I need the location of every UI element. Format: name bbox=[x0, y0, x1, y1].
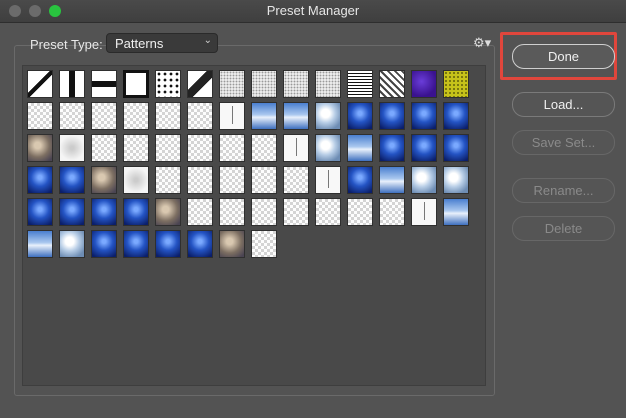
pattern-thumbnail[interactable] bbox=[91, 70, 117, 98]
pattern-thumbnail[interactable] bbox=[27, 102, 53, 130]
pattern-thumbnail[interactable] bbox=[411, 70, 437, 98]
pattern-thumbnail[interactable] bbox=[59, 102, 85, 130]
rename-button[interactable]: Rename... bbox=[512, 178, 615, 203]
pattern-thumbnail[interactable] bbox=[123, 230, 149, 258]
pattern-thumbnail[interactable] bbox=[27, 230, 53, 258]
pattern-thumbnail[interactable] bbox=[27, 70, 53, 98]
pattern-thumbnail[interactable] bbox=[59, 166, 85, 194]
pattern-thumbnail[interactable] bbox=[251, 230, 277, 258]
pattern-thumbnail[interactable] bbox=[347, 134, 373, 162]
pattern-thumbnail[interactable] bbox=[155, 134, 181, 162]
pattern-thumbnail[interactable] bbox=[315, 70, 341, 98]
pattern-thumbnail[interactable] bbox=[251, 166, 277, 194]
preset-type-select[interactable]: Patterns ⌄ bbox=[106, 33, 218, 53]
pattern-thumbnail[interactable] bbox=[219, 166, 245, 194]
pattern-thumbnail[interactable] bbox=[187, 230, 213, 258]
pattern-thumbnail[interactable] bbox=[251, 198, 277, 226]
pattern-thumbnail[interactable] bbox=[411, 134, 437, 162]
save-set-button[interactable]: Save Set... bbox=[512, 130, 615, 155]
pattern-thumbnail[interactable] bbox=[155, 70, 181, 98]
pattern-thumbnail[interactable] bbox=[59, 70, 85, 98]
pattern-thumbnail[interactable] bbox=[283, 70, 309, 98]
pattern-thumbnail[interactable] bbox=[91, 230, 117, 258]
pattern-thumbnail[interactable] bbox=[283, 198, 309, 226]
pattern-thumbnail[interactable] bbox=[219, 230, 245, 258]
pattern-thumbnail[interactable] bbox=[123, 198, 149, 226]
pattern-thumbnail[interactable] bbox=[27, 134, 53, 162]
preset-manager-window: Preset Manager Preset Type: Patterns ⌄ ⚙… bbox=[0, 0, 626, 418]
pattern-thumbnail[interactable] bbox=[187, 166, 213, 194]
delete-button[interactable]: Delete bbox=[512, 216, 615, 241]
pattern-thumbnail[interactable] bbox=[379, 166, 405, 194]
pattern-thumbnail[interactable] bbox=[123, 102, 149, 130]
pattern-thumbnail[interactable] bbox=[27, 198, 53, 226]
pattern-thumbnail[interactable] bbox=[155, 166, 181, 194]
pattern-thumbnail[interactable] bbox=[379, 70, 405, 98]
pattern-thumbnail[interactable] bbox=[123, 134, 149, 162]
pattern-thumbnail[interactable] bbox=[187, 102, 213, 130]
pattern-thumbnail[interactable] bbox=[155, 230, 181, 258]
pattern-thumbnail[interactable] bbox=[251, 70, 277, 98]
pattern-thumbnail[interactable] bbox=[187, 134, 213, 162]
pattern-thumbnail[interactable] bbox=[283, 166, 309, 194]
pattern-thumbnail[interactable] bbox=[443, 102, 469, 130]
window-title: Preset Manager bbox=[266, 3, 360, 18]
pattern-thumbnail[interactable] bbox=[315, 134, 341, 162]
gear-icon[interactable]: ⚙▾ bbox=[473, 35, 491, 51]
pattern-thumbnail[interactable] bbox=[315, 166, 341, 194]
pattern-thumbnail[interactable] bbox=[283, 102, 309, 130]
pattern-thumbnail-grid bbox=[22, 65, 486, 386]
pattern-thumbnail[interactable] bbox=[379, 134, 405, 162]
chevron-down-icon: ⌄ bbox=[203, 35, 212, 46]
pattern-thumbnail[interactable] bbox=[219, 134, 245, 162]
pattern-thumbnail[interactable] bbox=[219, 70, 245, 98]
pattern-thumbnail[interactable] bbox=[155, 198, 181, 226]
done-button[interactable]: Done bbox=[512, 44, 615, 69]
preset-type-label: Preset Type: bbox=[30, 37, 103, 52]
pattern-thumbnail[interactable] bbox=[91, 102, 117, 130]
pattern-thumbnail[interactable] bbox=[443, 166, 469, 194]
pattern-thumbnail[interactable] bbox=[155, 102, 181, 130]
pattern-thumbnail[interactable] bbox=[219, 198, 245, 226]
pattern-thumbnail[interactable] bbox=[91, 198, 117, 226]
preset-type-value: Patterns bbox=[115, 36, 164, 51]
pattern-thumbnail[interactable] bbox=[347, 166, 373, 194]
pattern-thumbnail[interactable] bbox=[91, 166, 117, 194]
pattern-thumbnail[interactable] bbox=[219, 102, 245, 130]
pattern-thumbnail[interactable] bbox=[27, 166, 53, 194]
pattern-thumbnail[interactable] bbox=[251, 102, 277, 130]
load-button[interactable]: Load... bbox=[512, 92, 615, 117]
pattern-thumbnail[interactable] bbox=[379, 102, 405, 130]
pattern-thumbnail[interactable] bbox=[59, 198, 85, 226]
pattern-thumbnail[interactable] bbox=[443, 70, 469, 98]
pattern-thumbnail[interactable] bbox=[443, 198, 469, 226]
pattern-thumbnail[interactable] bbox=[59, 134, 85, 162]
pattern-thumbnail[interactable] bbox=[411, 166, 437, 194]
pattern-thumbnail[interactable] bbox=[91, 134, 117, 162]
pattern-thumbnail[interactable] bbox=[443, 134, 469, 162]
pattern-thumbnail[interactable] bbox=[187, 70, 213, 98]
pattern-thumbnail[interactable] bbox=[187, 198, 213, 226]
pattern-thumbnail[interactable] bbox=[283, 134, 309, 162]
pattern-thumbnail[interactable] bbox=[379, 198, 405, 226]
pattern-thumbnail[interactable] bbox=[123, 70, 149, 98]
pattern-thumbnail[interactable] bbox=[347, 102, 373, 130]
pattern-thumbnail[interactable] bbox=[251, 134, 277, 162]
pattern-thumbnail[interactable] bbox=[411, 198, 437, 226]
pattern-thumbnail[interactable] bbox=[315, 102, 341, 130]
pattern-thumbnail[interactable] bbox=[123, 166, 149, 194]
pattern-thumbnail[interactable] bbox=[411, 102, 437, 130]
title-bar: Preset Manager bbox=[0, 0, 626, 23]
pattern-thumbnail[interactable] bbox=[347, 198, 373, 226]
pattern-thumbnail[interactable] bbox=[59, 230, 85, 258]
pattern-thumbnail[interactable] bbox=[347, 70, 373, 98]
pattern-thumbnail[interactable] bbox=[315, 198, 341, 226]
